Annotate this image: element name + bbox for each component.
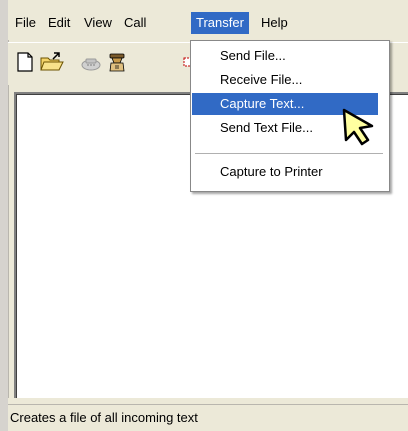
call-icon[interactable] [106, 51, 128, 73]
menu-view[interactable]: View [79, 12, 117, 34]
menu-item-send-file[interactable]: Send File... [192, 45, 378, 67]
mouse-pointer-icon [340, 106, 380, 148]
status-bar: Creates a file of all incoming text [8, 404, 408, 431]
menu-help[interactable]: Help [256, 12, 293, 34]
status-text: Creates a file of all incoming text [10, 410, 198, 425]
menu-separator [195, 153, 383, 154]
menu-item-capture-to-printer[interactable]: Capture to Printer [192, 161, 378, 183]
open-folder-icon[interactable] [40, 51, 64, 73]
new-document-icon[interactable] [14, 51, 36, 73]
menu-bar: File Edit View Call Transfer Help [8, 0, 408, 40]
menu-file[interactable]: File [10, 12, 41, 34]
menu-call[interactable]: Call [119, 12, 151, 34]
disconnected-phone-icon[interactable] [80, 51, 102, 73]
menu-item-receive-file[interactable]: Receive File... [192, 69, 378, 91]
menu-transfer[interactable]: Transfer [191, 12, 249, 34]
menu-edit[interactable]: Edit [43, 12, 75, 34]
